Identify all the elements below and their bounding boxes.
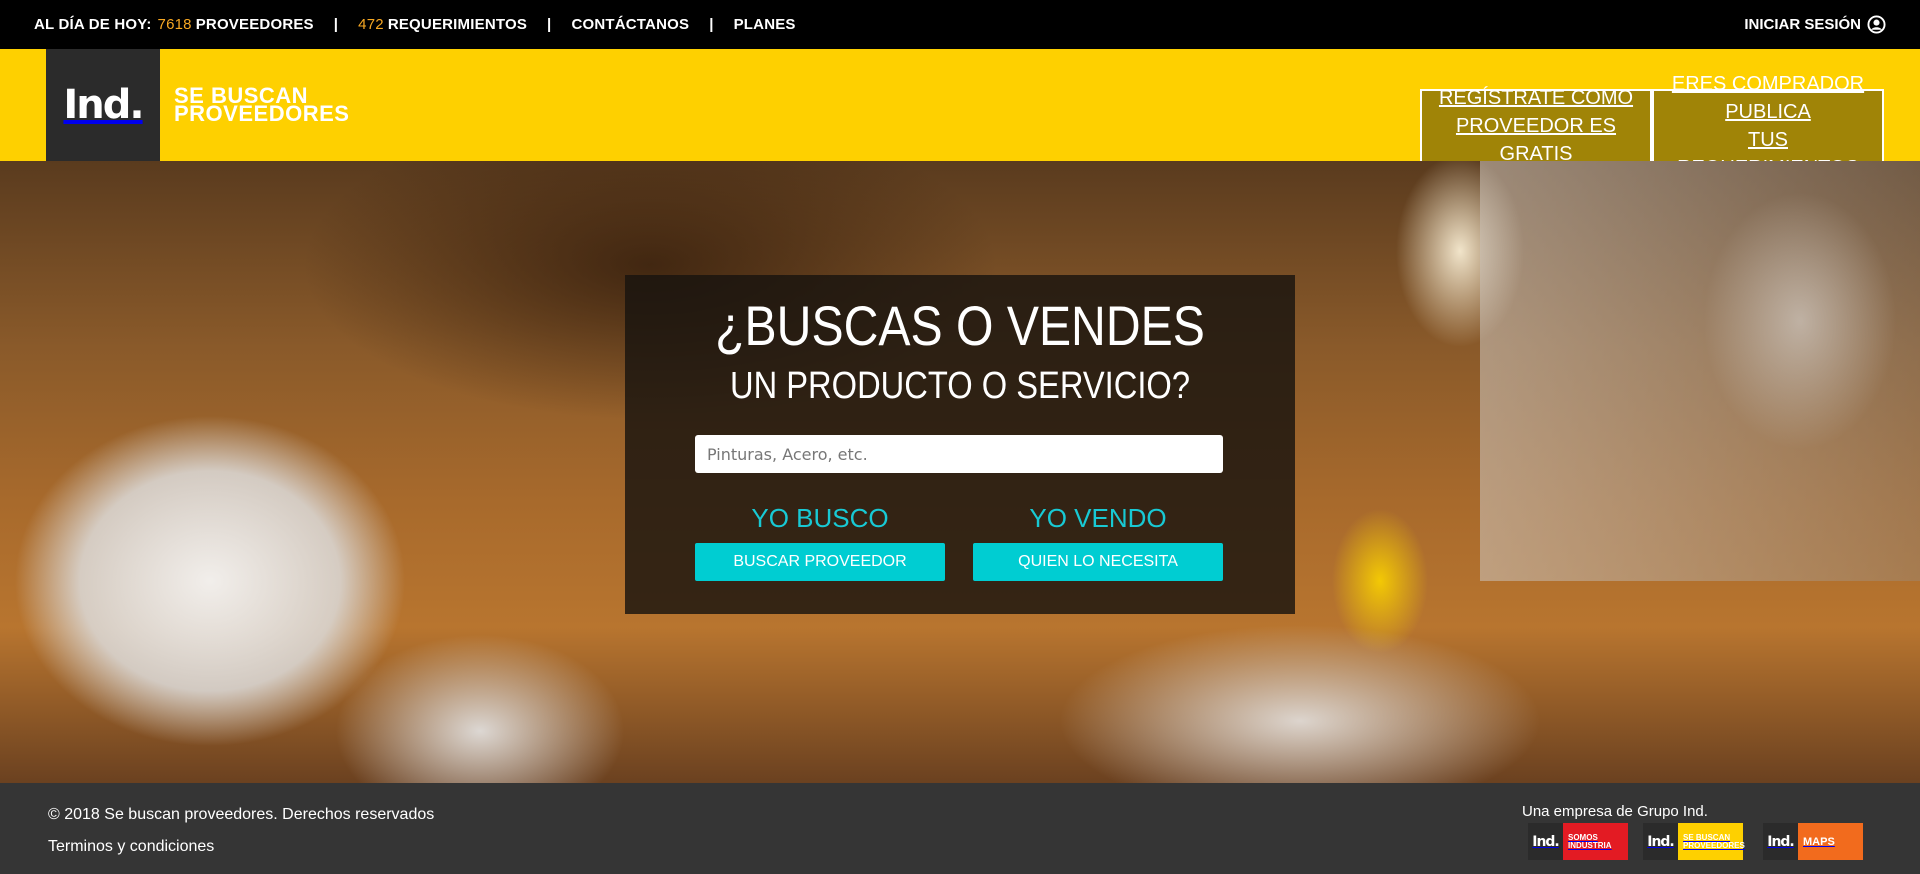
ind-logo[interactable]: Ind. [46, 49, 160, 161]
terms-link[interactable]: Terminos y condiciones [48, 838, 214, 856]
register-provider-button[interactable]: REGÍSTRATE COMO PROVEEDOR ES GRATIS [1420, 87, 1652, 165]
logo-caption-line-2: PROVEEDORES [1683, 840, 1745, 850]
buyer-line-1: ERES COMPRADOR PUBLICA [1671, 73, 1865, 123]
requirements-link[interactable]: REQUERIMIENTOS [388, 16, 527, 33]
logo-mark: Ind. [1763, 823, 1798, 860]
logo-mark: Ind. [1528, 823, 1563, 860]
hero-background: ¿BUSCAS O VENDES UN PRODUCTO O SERVICIO?… [0, 161, 1920, 783]
plans-link[interactable]: PLANES [734, 16, 796, 33]
sell-label: YO VENDO [1029, 503, 1167, 533]
contact-link[interactable]: CONTÁCTANOS [571, 16, 689, 33]
requirements-count: 472 [358, 16, 384, 33]
logo-caption: SE BUSCAN PROVEEDORES [1678, 823, 1745, 860]
find-provider-button[interactable]: BUSCAR PROVEEDOR [695, 543, 945, 581]
separator: | [709, 16, 714, 33]
today-label: AL DÍA DE HOY: [34, 16, 152, 33]
register-line-1: REGÍSTRATE COMO [1438, 87, 1634, 109]
site-footer: © 2018 Se buscan proveedores. Derechos r… [0, 783, 1920, 874]
somos-industria-logo[interactable]: Ind. SOMOS INDUSTRIA [1528, 823, 1628, 860]
logo-mark: Ind. [1643, 823, 1678, 860]
logo-caption-line-1: MAPS [1803, 835, 1835, 848]
copyright: © 2018 Se buscan proveedores. Derechos r… [48, 806, 435, 823]
login-button[interactable]: INICIAR SESIÓN [1744, 15, 1886, 34]
search-title: ¿BUSCAS O VENDES [715, 294, 1205, 357]
ind-maps-logo[interactable]: Ind. MAPS [1763, 823, 1863, 860]
buyer-publish-button[interactable]: ERES COMPRADOR PUBLICA TUS REQUERIMIENTO… [1652, 73, 1884, 179]
stats-nav: AL DÍA DE HOY: 7618 PROVEEDORES | 472 RE… [34, 16, 796, 33]
logo-text: Ind. [63, 82, 144, 128]
group-text: Una empresa de Grupo Ind. [1522, 803, 1708, 820]
buy-label: YO BUSCO [751, 503, 889, 533]
providers-label: PROVEEDORES [195, 16, 314, 33]
separator: | [333, 16, 339, 33]
brand-line-2: PROVEEDORES [174, 101, 350, 126]
search-panel: ¿BUSCAS O VENDES UN PRODUCTO O SERVICIO?… [625, 275, 1295, 614]
separator: | [547, 16, 552, 33]
who-needs-it-button[interactable]: QUIEN LO NECESITA [973, 543, 1223, 581]
logo-caption-line-2: INDUSTRIA [1568, 840, 1612, 850]
background-blur [1480, 161, 1920, 581]
logo-caption: MAPS [1798, 823, 1863, 860]
logo-caption: SOMOS INDUSTRIA [1563, 823, 1628, 860]
user-circle-icon [1867, 15, 1886, 34]
sell-column: YO VENDO QUIEN LO NECESITA [973, 503, 1223, 581]
brand-name: SE BUSCAN PROVEEDORES [174, 85, 350, 126]
site-header: Ind. SE BUSCAN PROVEEDORES REGÍSTRATE CO… [0, 49, 1920, 179]
search-input[interactable] [695, 435, 1223, 473]
register-line-2: PROVEEDOR ES GRATIS [1455, 115, 1617, 165]
buy-column: YO BUSCO BUSCAR PROVEEDOR [695, 503, 945, 581]
login-label: INICIAR SESIÓN [1744, 16, 1861, 33]
se-buscan-proveedores-logo[interactable]: Ind. SE BUSCAN PROVEEDORES [1643, 823, 1745, 860]
top-bar: AL DÍA DE HOY: 7618 PROVEEDORES | 472 RE… [0, 0, 1920, 49]
providers-count: 7618 [157, 16, 192, 33]
search-subtitle: UN PRODUCTO O SERVICIO? [729, 365, 1191, 407]
